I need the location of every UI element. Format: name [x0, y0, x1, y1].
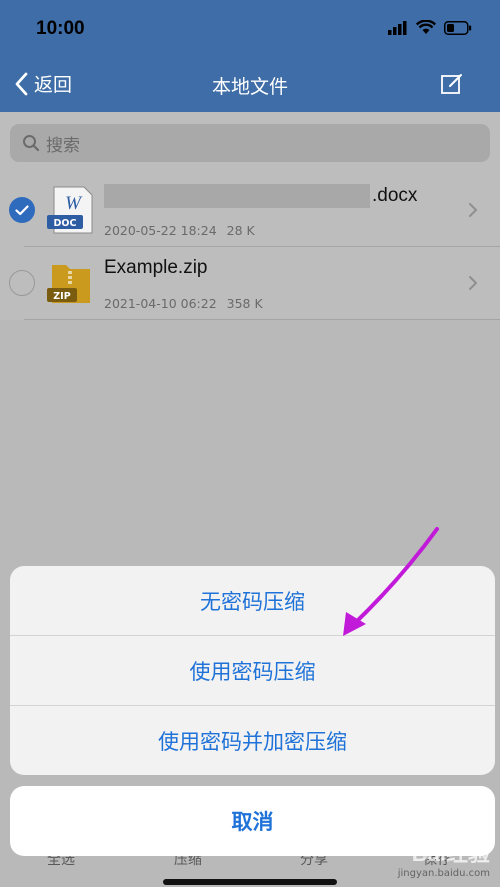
- watermark-logo: Bai经验: [411, 841, 490, 866]
- annotation-arrow: [343, 527, 439, 636]
- watermark-url: jingyan.baidu.com: [397, 868, 490, 879]
- watermark: Bai经验 jingyan.baidu.com: [398, 836, 490, 879]
